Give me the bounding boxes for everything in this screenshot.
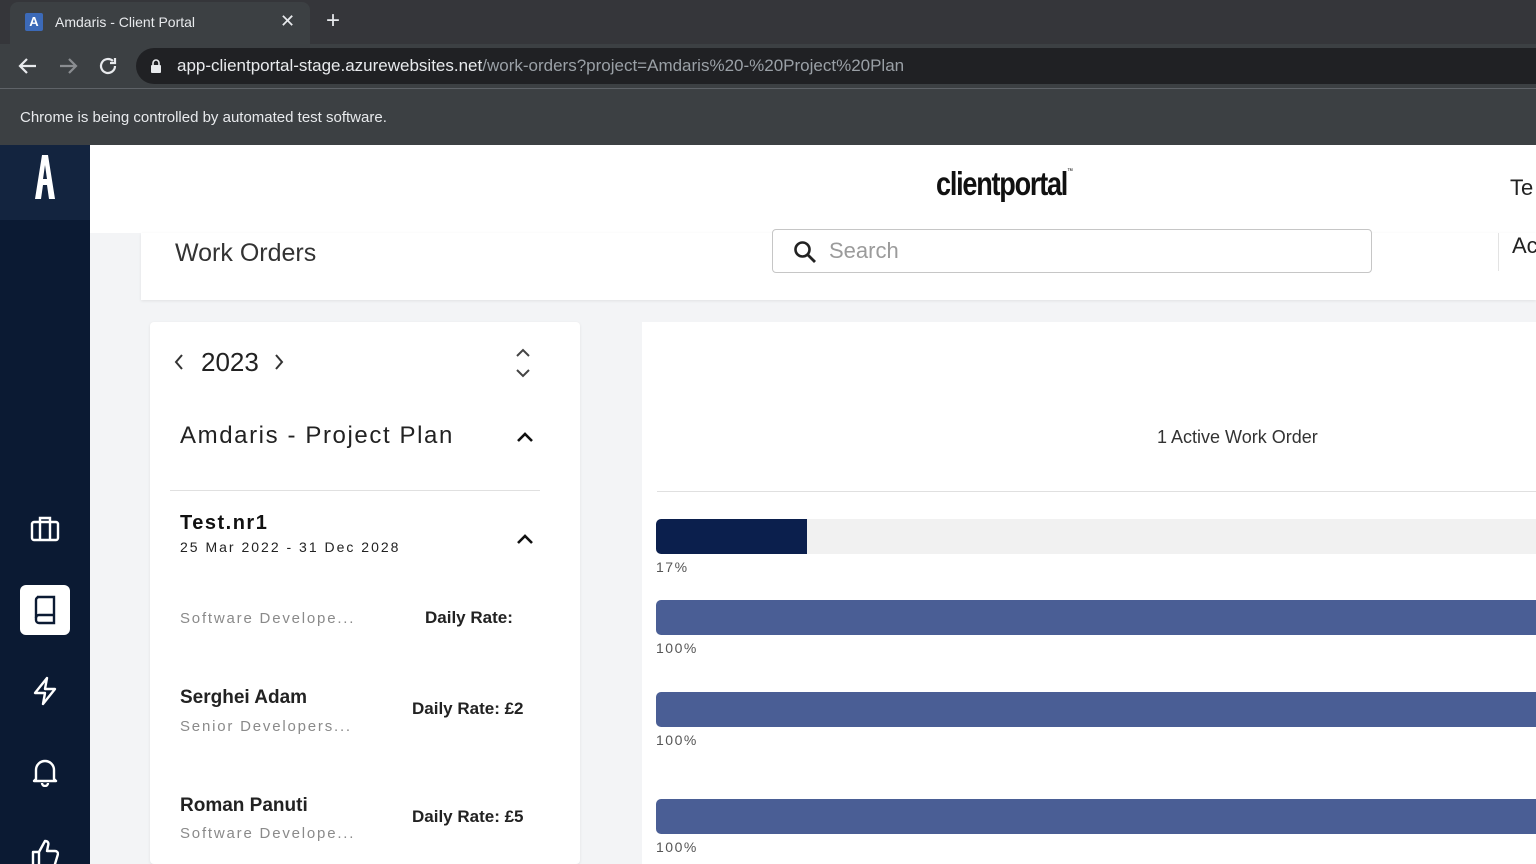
progress-fill	[656, 600, 1536, 635]
active-work-order-count: 1 Active Work Order	[1157, 427, 1318, 447]
member-name: Roman Panuti	[180, 795, 308, 816]
tab-title: Amdaris - Client Portal	[55, 14, 196, 30]
page-toolbar: Work Orders Ac	[141, 229, 1536, 300]
sidebar-item-projects[interactable]	[20, 504, 70, 554]
back-arrow-icon[interactable]	[16, 54, 40, 78]
forward-arrow-icon[interactable]	[56, 54, 80, 78]
search-box[interactable]	[772, 229, 1372, 273]
briefcase-icon	[30, 516, 60, 542]
favicon-icon: A	[25, 13, 43, 31]
project-name[interactable]: Amdaris - Project Plan	[180, 422, 454, 450]
member-role: Software Develope...	[180, 825, 356, 842]
search-input[interactable]	[829, 238, 1329, 264]
browser-tab-bar: A Amdaris - Client Portal ✕ +	[0, 0, 1536, 44]
sidebar-item-activity[interactable]	[20, 666, 70, 716]
progress-track[interactable]	[656, 692, 1536, 727]
search-icon	[794, 241, 816, 263]
member-role: Senior Developers...	[180, 718, 352, 735]
brand-name: clientportal	[936, 165, 1068, 202]
progress-fill	[656, 519, 807, 554]
progress-fill	[656, 692, 1536, 727]
chevron-up-icon[interactable]	[516, 532, 534, 546]
member-daily-rate: Daily Rate: £5	[412, 807, 524, 826]
browser-toolbar: app-clientportal-stage.azurewebsites.net…	[0, 44, 1536, 88]
reload-icon[interactable]	[96, 54, 120, 78]
work-order-dates: 25 Mar 2022 - 31 Dec 2028	[180, 539, 401, 555]
browser-tab[interactable]: A Amdaris - Client Portal ✕	[10, 2, 310, 44]
member-daily-rate: Daily Rate: £2	[412, 699, 524, 718]
url-path: /work-orders?project=Amdaris%20-%20Proje…	[482, 56, 905, 75]
sidebar-item-work-orders[interactable]	[20, 585, 70, 635]
divider	[657, 491, 1536, 492]
progress-label: 100%	[656, 640, 698, 656]
page-title: Work Orders	[175, 239, 317, 267]
infobar-text: Chrome is being controlled by automated …	[20, 109, 387, 126]
member-name: Serghei Adam	[180, 687, 308, 708]
brand-logo[interactable]: clientportal™	[936, 165, 1073, 203]
book-icon	[34, 595, 56, 625]
app-header: clientportal™ Te	[90, 145, 1536, 233]
user-menu[interactable]: Te	[1510, 175, 1533, 201]
work-order-name[interactable]: Test.nr1	[180, 512, 268, 535]
address-bar[interactable]: app-clientportal-stage.azurewebsites.net…	[136, 48, 1536, 84]
member-role: Software Develope...	[180, 610, 356, 627]
progress-fill	[656, 799, 1536, 834]
lightning-icon	[33, 676, 57, 706]
close-icon[interactable]: ✕	[280, 12, 295, 30]
thumbs-up-icon	[31, 839, 59, 864]
expand-collapse-icon[interactable]	[514, 348, 532, 378]
work-order-timeline-panel: 1 Active Work Order 17% 100% 100% 100%	[642, 322, 1536, 864]
sidebar-item-feedback[interactable]	[20, 828, 70, 864]
url-host: app-clientportal-stage.azurewebsites.net	[177, 56, 483, 75]
brand-trademark: ™	[1067, 168, 1073, 175]
bell-icon	[32, 759, 58, 787]
chevron-up-icon[interactable]	[516, 430, 534, 444]
new-tab-icon[interactable]: +	[326, 8, 340, 34]
work-order-list-panel: 2023 Amdaris - Project Plan Test.nr1 25 …	[150, 322, 580, 864]
divider	[170, 490, 540, 491]
member-daily-rate: Daily Rate:	[425, 608, 513, 627]
automation-infobar: Chrome is being controlled by automated …	[0, 88, 1536, 145]
lock-icon	[151, 59, 161, 73]
chevron-right-icon[interactable]	[272, 352, 286, 372]
progress-track[interactable]	[656, 799, 1536, 834]
divider	[1498, 233, 1499, 271]
sidebar	[0, 145, 90, 864]
progress-track[interactable]	[656, 519, 1536, 554]
amdaris-logo[interactable]	[0, 145, 90, 220]
sidebar-item-notifications[interactable]	[20, 747, 70, 797]
url-text: app-clientportal-stage.azurewebsites.net…	[177, 56, 904, 76]
progress-label: 100%	[656, 839, 698, 855]
chevron-left-icon[interactable]	[172, 352, 186, 372]
year-label: 2023	[201, 347, 259, 377]
actions-label[interactable]: Ac	[1512, 233, 1536, 259]
progress-label: 100%	[656, 732, 698, 748]
progress-track[interactable]	[656, 600, 1536, 635]
progress-label: 17%	[656, 559, 689, 575]
